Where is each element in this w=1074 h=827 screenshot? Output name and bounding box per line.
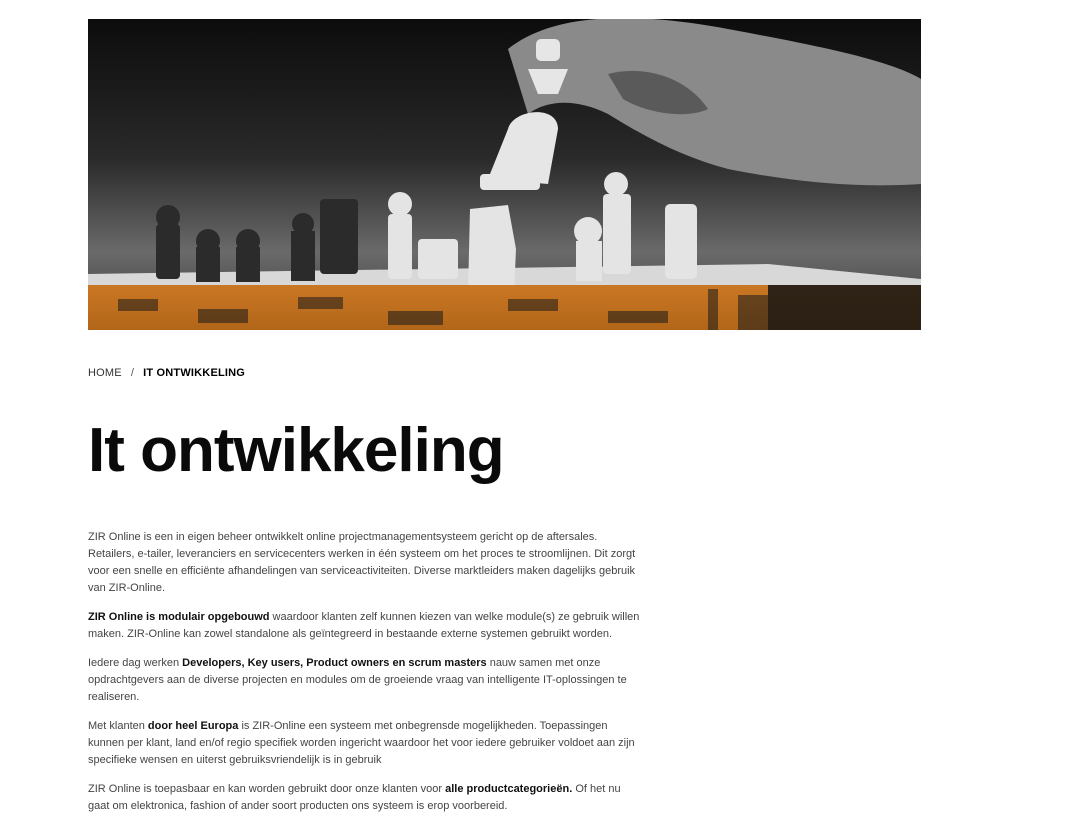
paragraph-europe: Met klanten door heel Europa is ZIR-Onli…	[88, 718, 640, 769]
paragraph-modular-bold: ZIR Online is modulair opgebouwd	[88, 611, 270, 623]
paragraph-categories-pre: ZIR Online is toepasbaar en kan worden g…	[88, 783, 446, 795]
chess-hero-image	[88, 19, 921, 330]
breadcrumb: HOME / IT ONTWIKKELING	[88, 367, 245, 379]
paragraph-intro: ZIR Online is een in eigen beheer ontwik…	[88, 531, 636, 594]
breadcrumb-home-link[interactable]: HOME	[88, 367, 122, 379]
paragraph-europe-bold: door heel Europa	[147, 720, 239, 732]
paragraph-categories: ZIR Online is toepasbaar en kan worden g…	[88, 781, 640, 815]
paragraph-team: Iedere dag werken Developers, Key users,…	[88, 655, 640, 706]
breadcrumb-current: IT ONTWIKKELING	[143, 367, 246, 379]
breadcrumb-separator: /	[130, 367, 135, 379]
paragraph-categories-bold: alle productcategorieën.	[445, 783, 573, 795]
paragraph-modular: ZIR Online is modulair opgebouwd waardoo…	[88, 609, 640, 643]
hero-image	[88, 19, 921, 330]
paragraph-team-bold: Developers, Key users, Product owners en…	[182, 657, 487, 669]
paragraph-europe-pre: Met klanten	[88, 720, 148, 732]
content-body: ZIR Online is een in eigen beheer ontwik…	[88, 529, 640, 827]
paragraph-team-pre: Iedere dag werken	[88, 657, 183, 669]
page-title: It ontwikkeling	[88, 416, 505, 485]
